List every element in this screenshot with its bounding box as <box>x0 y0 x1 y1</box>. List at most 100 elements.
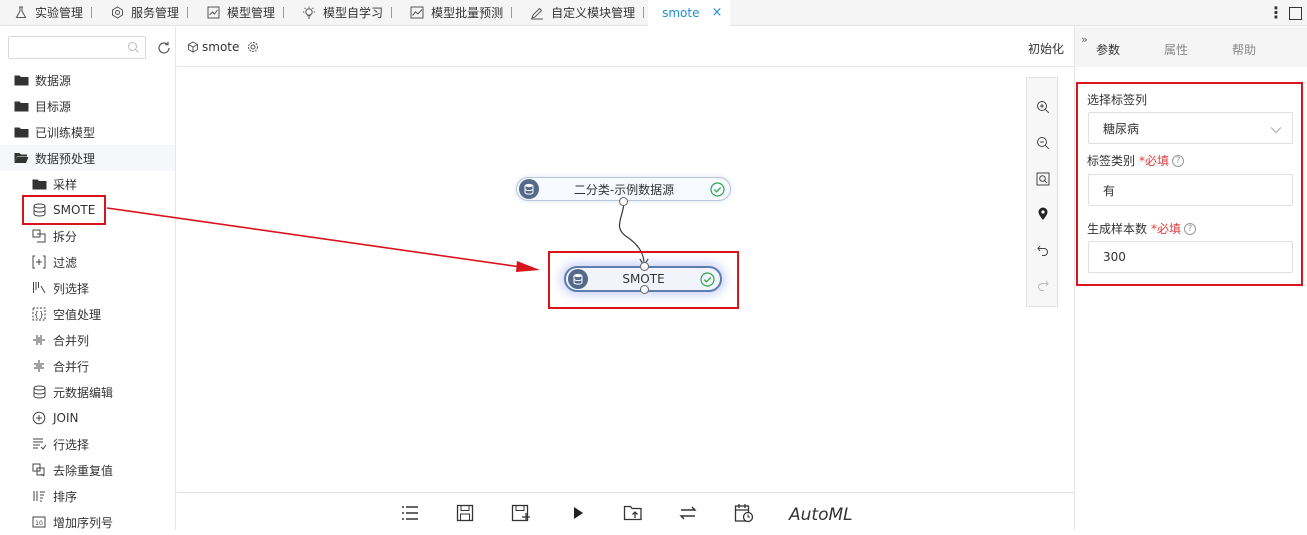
label-category-field[interactable]: 有 <box>1088 174 1293 206</box>
service-icon <box>110 6 124 20</box>
tab-label: 模型管理 <box>227 6 276 20</box>
automl-button[interactable]: AutoML <box>789 505 853 525</box>
fit-view-icon[interactable] <box>1034 170 1052 188</box>
field-label: 选择标签列 <box>1087 93 1148 107</box>
list-icon[interactable] <box>399 502 421 524</box>
tree-item-column-select[interactable]: 列选择 <box>0 275 89 301</box>
svg-text:10: 10 <box>35 520 43 527</box>
tree-label: 合并行 <box>53 359 90 374</box>
required-marker: *必填 <box>1151 222 1182 236</box>
save-icon[interactable] <box>454 502 476 524</box>
tab-divider <box>91 7 93 18</box>
settings-icon[interactable] <box>247 41 259 53</box>
tab-experiment-management[interactable]: 实验管理 <box>0 0 96 26</box>
property-panel: » 参数 属性 帮助 选择标签列 糖尿病 标签类别 *必填 ? 有 生成样本数 … <box>1074 27 1307 530</box>
tree-item-sampling[interactable]: 采样 <box>0 171 77 197</box>
node-binary-demo-datasource[interactable]: 二分类-示例数据源 <box>516 177 731 206</box>
initialize-button[interactable]: 初始化 <box>1028 40 1064 57</box>
tab-service-management[interactable]: 服务管理 <box>96 0 192 26</box>
folder-icon <box>13 99 29 113</box>
help-question-icon[interactable]: ? <box>1184 222 1197 235</box>
tree-folder-target[interactable]: 目标源 <box>0 93 71 119</box>
sequence-icon: 10 <box>31 515 47 529</box>
zoom-toolbar <box>1026 77 1058 307</box>
swap-icon[interactable] <box>677 502 699 524</box>
bottom-toolbar: AutoML <box>177 492 1074 530</box>
folder-open-icon <box>13 151 29 165</box>
smote-highlight-box <box>22 195 106 225</box>
tree-label: 行选择 <box>53 437 90 452</box>
zoom-in-icon[interactable] <box>1034 98 1052 116</box>
tree-label: 排序 <box>53 489 78 504</box>
run-icon[interactable] <box>567 502 589 524</box>
tree-item-metadata-edit[interactable]: 元数据编辑 <box>0 379 113 405</box>
undo-icon[interactable] <box>1034 241 1052 259</box>
tree-item-merge-columns[interactable]: 合并列 <box>0 327 89 353</box>
tree-label: 已训练模型 <box>35 125 96 140</box>
search-icon[interactable] <box>127 41 140 57</box>
tree-folder-preprocess[interactable]: 数据预处理 <box>0 145 175 171</box>
svg-text:{}: {} <box>34 310 44 319</box>
folder-icon <box>31 177 47 191</box>
close-icon[interactable]: × <box>711 5 722 20</box>
refresh-icon[interactable] <box>156 40 172 56</box>
tree-item-null-handling[interactable]: {} 空值处理 <box>0 301 101 327</box>
tree-label: 数据预处理 <box>35 151 96 166</box>
folder-icon <box>13 125 29 139</box>
tab-model-management[interactable]: 模型管理 <box>192 0 288 26</box>
tab-divider <box>643 7 645 18</box>
tab-label: 模型自学习 <box>323 6 384 20</box>
maximize-icon[interactable] <box>1289 6 1302 20</box>
search-input[interactable] <box>9 37 124 58</box>
output-port[interactable] <box>619 197 628 206</box>
tree-item-add-sequence[interactable]: 10 增加序列号 <box>0 509 113 535</box>
tree-item-sort[interactable]: 排序 <box>0 483 77 509</box>
locate-pin-icon[interactable] <box>1034 205 1052 223</box>
tree-folder-datasource[interactable]: 数据源 <box>0 67 71 93</box>
label-column-select[interactable]: 糖尿病 <box>1088 112 1293 144</box>
tab-help[interactable]: 帮助 <box>1232 41 1256 58</box>
tree-label: 列选择 <box>53 281 90 296</box>
tab-params[interactable]: 参数 <box>1096 41 1120 58</box>
tab-divider <box>511 7 513 18</box>
tab-batch-prediction[interactable]: 模型批量预测 <box>396 0 516 26</box>
search-field[interactable] <box>8 36 146 59</box>
dedupe-icon <box>31 463 47 477</box>
tree-item-dedupe[interactable]: 去除重复值 <box>0 457 113 483</box>
sort-icon <box>31 489 47 503</box>
tab-model-self-learning[interactable]: 模型自学习 <box>288 0 396 26</box>
schedule-icon[interactable] <box>733 502 755 524</box>
save-as-icon[interactable] <box>510 502 532 524</box>
null-handling-icon: {} <box>31 307 47 321</box>
redo-icon[interactable] <box>1034 276 1052 294</box>
property-tabs: » 参数 属性 帮助 <box>1075 27 1307 67</box>
tree-item-filter[interactable]: 过滤 <box>0 249 77 275</box>
bulb-icon <box>302 6 316 20</box>
tree-label: 合并列 <box>53 333 90 348</box>
label-sample-count: 生成样本数 *必填 ? <box>1087 220 1197 237</box>
more-menu-icon[interactable]: ⋮ <box>1263 0 1289 26</box>
filter-icon <box>31 255 47 269</box>
tree-item-join[interactable]: JOIN <box>0 405 79 431</box>
tree-label: 元数据编辑 <box>53 385 114 400</box>
help-question-icon[interactable]: ? <box>1172 154 1185 167</box>
chevron-down-icon <box>1270 123 1282 137</box>
tree-item-split[interactable]: 拆分 <box>0 223 77 249</box>
tree-item-merge-rows[interactable]: 合并行 <box>0 353 89 379</box>
export-folder-icon[interactable] <box>622 502 644 524</box>
top-tab-bar: 实验管理 服务管理 模型管理 模型自学习 模型批量预测 自定义模块管理 smot… <box>0 0 1307 26</box>
collapse-chevron-icon[interactable]: » <box>1081 33 1088 46</box>
sample-count-field[interactable]: 300 <box>1088 241 1293 273</box>
tab-label: 自定义模块管理 <box>551 6 636 20</box>
workflow-canvas[interactable]: 二分类-示例数据源 SMOTE <box>177 67 1074 492</box>
tab-custom-module-management[interactable]: 自定义模块管理 <box>516 0 648 26</box>
tree-item-row-select[interactable]: 行选择 <box>0 431 89 457</box>
merge-rows-icon <box>31 359 47 373</box>
tab-divider <box>283 7 285 18</box>
tab-attributes[interactable]: 属性 <box>1164 41 1188 58</box>
zoom-out-icon[interactable] <box>1034 134 1052 152</box>
database-icon <box>31 385 47 399</box>
node-label: 二分类-示例数据源 <box>573 182 675 197</box>
tree-folder-trained-models[interactable]: 已训练模型 <box>0 119 95 145</box>
tab-smote[interactable]: smote × <box>648 0 731 26</box>
